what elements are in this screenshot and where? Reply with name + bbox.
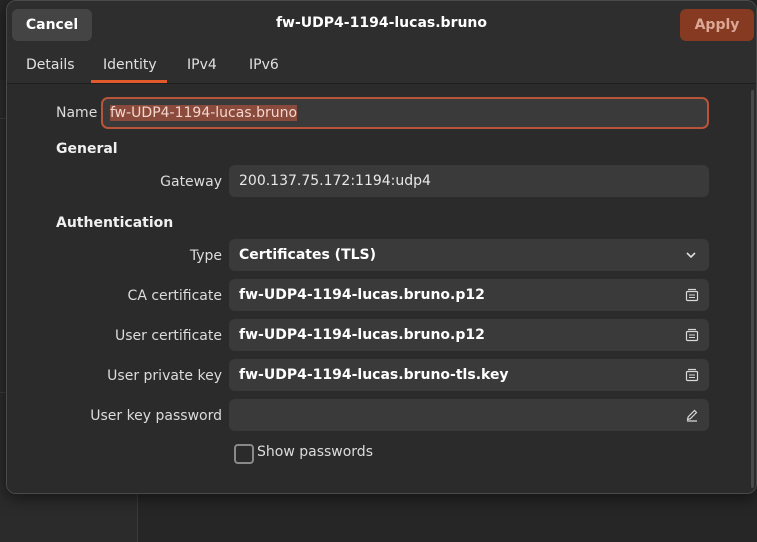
tab-identity[interactable]: Identity <box>103 57 157 73</box>
user-certificate-chooser[interactable]: fw-UDP4-1194-lucas.bruno.p12 <box>229 319 709 351</box>
user-private-key-chooser[interactable]: fw-UDP4-1194-lucas.bruno-tls.key <box>229 359 709 391</box>
vpn-settings-dialog: Cancel fw-UDP4-1194-lucas.bruno Apply De… <box>6 0 757 494</box>
file-chooser-icon[interactable] <box>685 288 699 302</box>
user-certificate-label: User certificate <box>114 328 222 344</box>
name-input[interactable]: fw-UDP4-1194-lucas.bruno <box>101 97 709 129</box>
authentication-heading: Authentication <box>56 215 174 231</box>
tab-details[interactable]: Details <box>26 57 75 73</box>
dialog-title: fw-UDP4-1194-lucas.bruno <box>275 15 488 31</box>
vertical-scrollbar[interactable] <box>751 90 754 488</box>
gateway-label: Gateway <box>160 174 222 190</box>
ca-certificate-value: fw-UDP4-1194-lucas.bruno.p12 <box>239 287 485 303</box>
dialog-header: Cancel fw-UDP4-1194-lucas.bruno Apply <box>7 1 756 49</box>
user-key-password-input[interactable] <box>229 399 709 431</box>
ca-certificate-label: CA certificate <box>127 288 222 304</box>
identity-panel: Name fw-UDP4-1194-lucas.bruno General Ga… <box>7 84 756 493</box>
user-private-key-label: User private key <box>107 368 222 384</box>
user-certificate-value: fw-UDP4-1194-lucas.bruno.p12 <box>239 327 485 343</box>
name-input-value: fw-UDP4-1194-lucas.bruno <box>110 105 298 121</box>
type-value: Certificates (TLS) <box>239 247 377 263</box>
tab-ipv4[interactable]: IPv4 <box>187 57 217 73</box>
gateway-value: 200.137.75.172:1194:udp4 <box>239 173 431 189</box>
general-heading: General <box>56 141 118 157</box>
show-passwords-label[interactable]: Show passwords <box>257 444 373 460</box>
apply-button[interactable]: Apply <box>680 9 754 41</box>
tab-ipv6[interactable]: IPv6 <box>249 57 279 73</box>
chevron-down-icon <box>686 252 696 259</box>
active-tab-indicator <box>91 80 167 83</box>
tab-bar: Details Identity IPv4 IPv6 <box>7 49 756 84</box>
ca-certificate-chooser[interactable]: fw-UDP4-1194-lucas.bruno.p12 <box>229 279 709 311</box>
user-key-password-label: User key password <box>90 408 222 424</box>
edit-pencil-icon[interactable] <box>685 408 699 422</box>
gateway-input[interactable]: 200.137.75.172:1194:udp4 <box>229 165 709 197</box>
type-dropdown[interactable]: Certificates (TLS) <box>229 239 709 271</box>
show-passwords-checkbox[interactable] <box>234 444 254 464</box>
file-chooser-icon[interactable] <box>685 368 699 382</box>
type-label: Type <box>189 248 222 264</box>
file-chooser-icon[interactable] <box>685 328 699 342</box>
user-private-key-value: fw-UDP4-1194-lucas.bruno-tls.key <box>239 367 509 383</box>
name-label: Name <box>56 105 98 121</box>
